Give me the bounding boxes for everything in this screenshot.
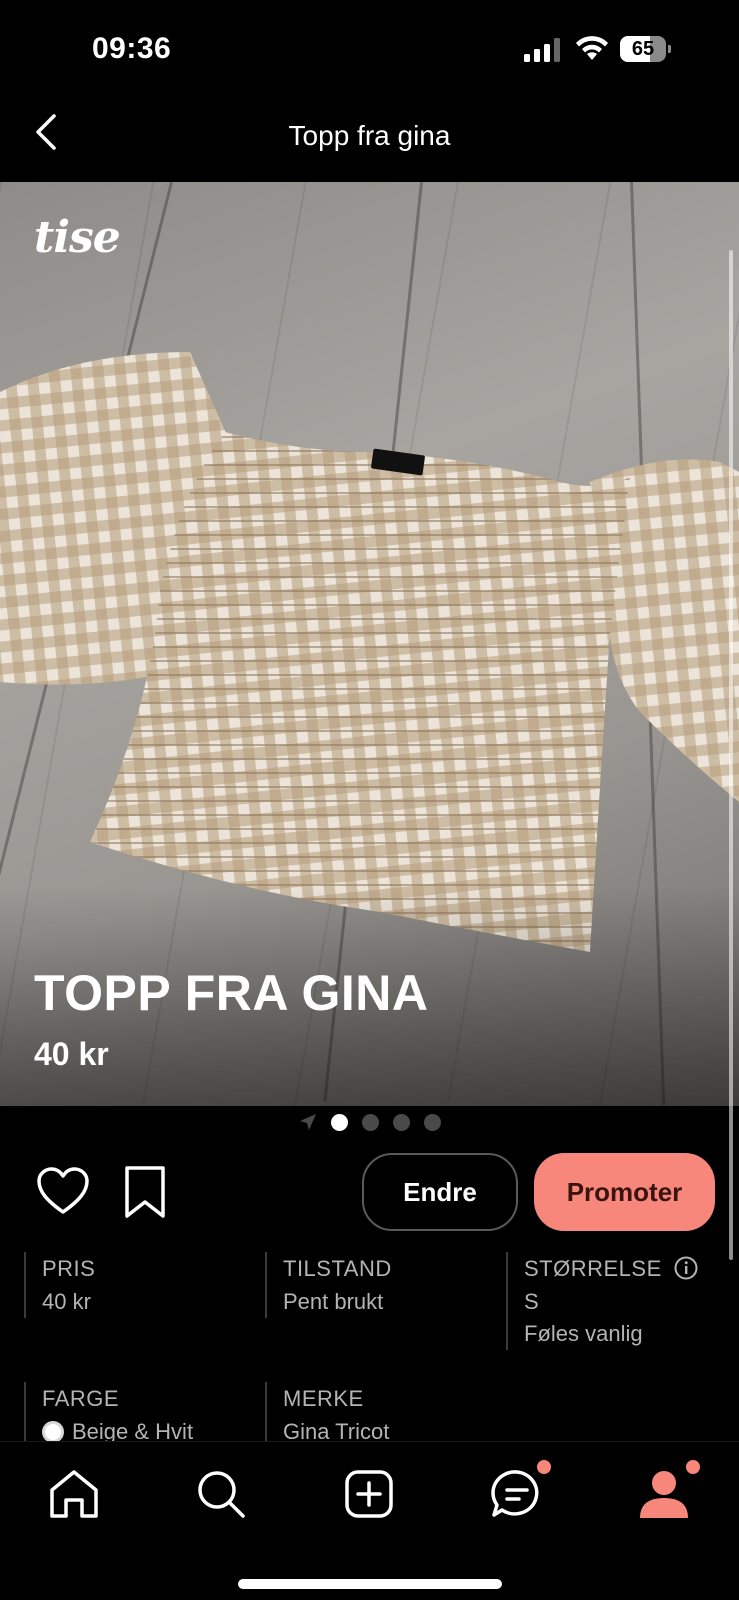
tise-logo: tise [34, 212, 121, 263]
product-price: 40 kr [34, 1036, 109, 1072]
status-bar: 09:36 65 [0, 0, 739, 100]
color-swatch [42, 1421, 64, 1442]
scrollbar[interactable] [729, 250, 733, 1260]
status-time: 09:36 [92, 32, 172, 65]
detail-price: PRIS 40 kr [24, 1252, 264, 1318]
home-icon[interactable] [46, 1466, 102, 1522]
detail-value: S [524, 1289, 539, 1314]
detail-condition: TILSTAND Pent brukt [265, 1252, 505, 1318]
info-icon[interactable] [674, 1256, 698, 1280]
messages-badge [537, 1460, 551, 1474]
detail-label: STØRRELSE [524, 1256, 662, 1281]
pager-dot[interactable] [361, 1113, 379, 1131]
detail-label: TILSTAND [283, 1256, 392, 1281]
profile-badge [686, 1460, 700, 1474]
product-image[interactable]: tise TOPP FRA GINA 40 kr [0, 182, 739, 1106]
pager-dot[interactable] [423, 1113, 441, 1131]
detail-value: 40 kr [42, 1289, 91, 1314]
edit-button[interactable]: Endre [362, 1153, 518, 1231]
page-title: Topp fra gina [288, 120, 451, 151]
action-row: Endre Promoter [0, 1152, 739, 1232]
garment-photo [0, 352, 739, 952]
battery-level: 65 [631, 38, 655, 60]
bottom-nav [0, 1441, 739, 1600]
detail-label: MERKE [283, 1386, 364, 1411]
detail-color: FARGE Beige & Hvit [24, 1382, 264, 1442]
detail-label: PRIS [42, 1256, 96, 1281]
image-pager[interactable] [0, 1110, 739, 1134]
app-header: Topp fra gina [0, 100, 739, 182]
bookmark-icon[interactable] [122, 1164, 168, 1220]
detail-value: Pent brukt [283, 1289, 384, 1314]
pager-dot[interactable] [330, 1113, 348, 1131]
promote-button[interactable]: Promoter [534, 1153, 715, 1231]
battery-icon: 65 [620, 36, 671, 62]
messages-icon[interactable] [489, 1466, 545, 1522]
detail-fit: Føles vanlig [524, 1321, 643, 1346]
search-icon[interactable] [193, 1466, 249, 1522]
detail-value: Gina Tricot [283, 1419, 390, 1442]
wifi-icon [576, 36, 608, 60]
detail-brand: MERKE Gina Tricot [265, 1382, 505, 1442]
heart-icon[interactable] [36, 1166, 90, 1216]
detail-value: Beige & Hvit [72, 1419, 194, 1442]
signal-icon [524, 38, 560, 62]
product-details: PRIS 40 kr TILSTAND Pent brukt STØRRELSE… [0, 1252, 739, 1442]
pager-dot[interactable] [392, 1113, 410, 1131]
add-icon[interactable] [341, 1466, 397, 1522]
profile-icon[interactable] [636, 1466, 692, 1522]
detail-label: FARGE [42, 1386, 120, 1411]
product-title: TOPP FRA GINA [34, 965, 429, 1021]
detail-size: STØRRELSE S Føles vanlig [506, 1252, 732, 1350]
location-arrow-icon [299, 1114, 316, 1130]
home-indicator[interactable] [238, 1579, 502, 1589]
